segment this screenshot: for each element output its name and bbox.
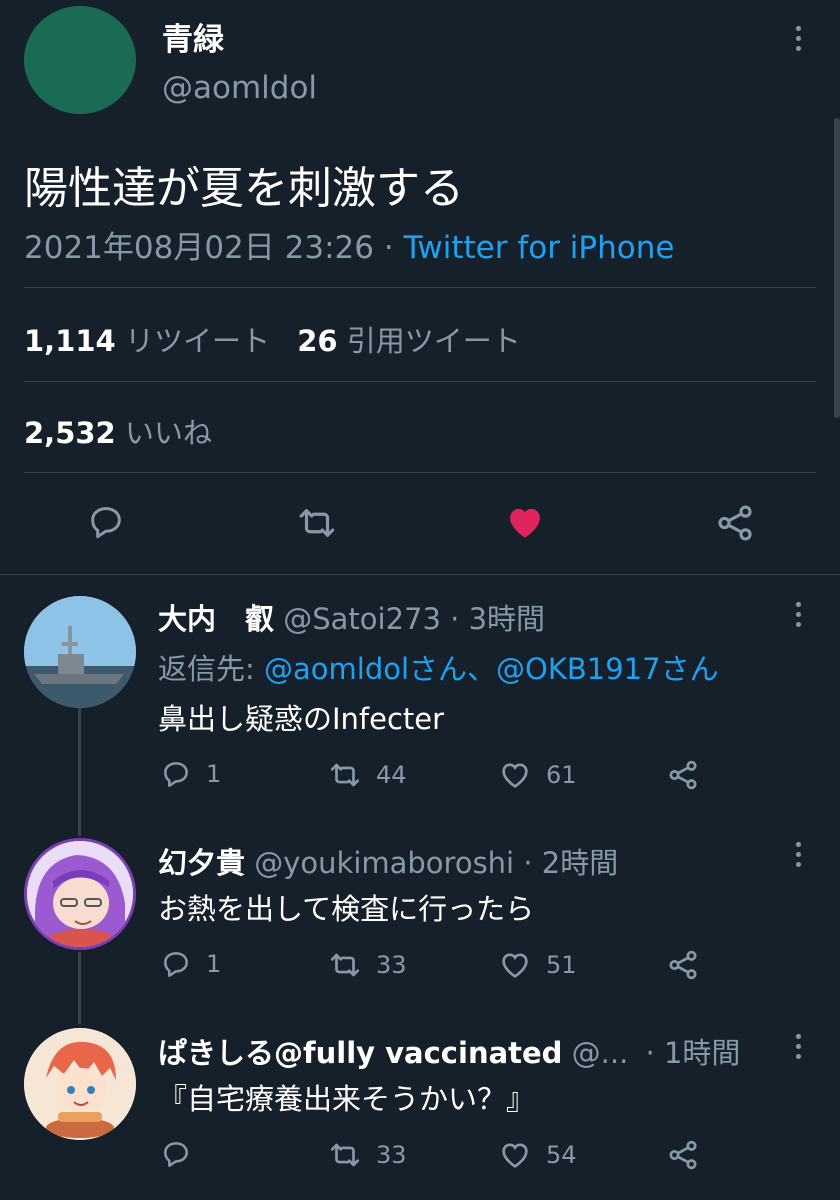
tweet-text: 陽性達が夏を刺激する: [24, 163, 464, 214]
more-options-icon[interactable]: [794, 602, 802, 627]
engagement-stats: 1,114 リツイート 26 引用ツイート: [24, 318, 521, 360]
reply-icon: [160, 948, 192, 980]
retweet-count: 44: [376, 761, 407, 789]
reply-action[interactable]: 1: [160, 758, 221, 790]
reply-action[interactable]: 1: [160, 948, 221, 980]
reply-text: お熱を出して検査に行ったら: [158, 892, 535, 926]
like-count: 61: [546, 761, 577, 789]
reply-author-name[interactable]: 大内 叡: [158, 602, 274, 636]
share-action[interactable]: [666, 948, 700, 982]
anime-avatar-art: [24, 1028, 136, 1140]
reply-avatar[interactable]: [24, 596, 136, 708]
reply-header: 大内 叡 @Satoi273 · 3時間: [158, 596, 545, 638]
reply-author-handle[interactable]: @youkimaboroshi: [254, 846, 514, 880]
retweet-stat[interactable]: 1,114 リツイート: [24, 324, 279, 358]
heart-filled-icon[interactable]: [504, 501, 546, 543]
author-name[interactable]: 青緑: [162, 14, 224, 59]
reply-author-handle[interactable]: @...: [572, 1036, 629, 1070]
reply-avatar[interactable]: [24, 838, 136, 950]
reply-icon[interactable]: [86, 502, 126, 542]
reply-header: 幻夕貴 @youkimaboroshi · 2時間: [158, 840, 618, 882]
retweet-icon[interactable]: [296, 502, 338, 544]
reply-text: 『自宅療養出来そうかい？』: [158, 1082, 536, 1116]
retweet-label: リツイート: [124, 324, 270, 358]
reply-action[interactable]: [160, 1138, 206, 1170]
reply-author-handle[interactable]: @Satoi273: [283, 602, 441, 636]
retweet-action[interactable]: 33: [328, 1138, 407, 1172]
share-action[interactable]: [666, 1138, 700, 1172]
replying-to-users[interactable]: @aomldolさん、@OKB1917さん: [264, 652, 719, 686]
retweet-count: 33: [376, 1141, 407, 1169]
author-handle[interactable]: @aomldol: [162, 70, 317, 106]
reply-time: 3時間: [468, 602, 546, 636]
reply-author-name[interactable]: 幻夕貴: [158, 846, 245, 880]
meta-separator: ·: [383, 230, 394, 266]
reply-author-name[interactable]: ぱきしる@fully vaccinated: [158, 1036, 562, 1070]
like-action[interactable]: 61: [498, 758, 577, 792]
reply-separator: ·: [645, 1036, 655, 1070]
like-action[interactable]: 51: [498, 948, 577, 982]
reply-avatar[interactable]: [24, 1028, 136, 1140]
reply-text: 鼻出し疑惑のInfecter: [158, 702, 445, 736]
retweet-action[interactable]: 44: [328, 758, 407, 792]
retweet-icon: [328, 948, 362, 982]
heart-icon: [498, 948, 532, 982]
thread-line: [78, 708, 81, 836]
tweet-meta: 2021年08月02日 23:26 · Twitter for iPhone: [24, 222, 674, 267]
retweet-icon: [328, 1138, 362, 1172]
more-options-icon[interactable]: [794, 842, 802, 867]
reply-count: 1: [206, 760, 222, 788]
anime-avatar-art: [27, 841, 133, 947]
like-stat[interactable]: 2,532 いいね: [24, 410, 212, 452]
more-options-icon[interactable]: [794, 1034, 802, 1059]
quote-stat[interactable]: 26 引用ツイート: [297, 324, 521, 358]
like-action[interactable]: 54: [498, 1138, 577, 1172]
retweet-action[interactable]: 33: [328, 948, 407, 982]
share-icon[interactable]: [714, 502, 756, 544]
retweet-count: 33: [376, 951, 407, 979]
thread-line: [78, 952, 81, 1024]
replying-to-label: 返信先:: [158, 652, 255, 686]
reply-icon: [160, 1138, 192, 1170]
retweet-count: 1,114: [24, 324, 116, 358]
ship-photo: [24, 596, 136, 708]
like-count: 2,532: [24, 416, 116, 450]
quote-count: 26: [297, 324, 338, 358]
like-count: 54: [546, 1141, 577, 1169]
tweet-timestamp: 2021年08月02日 23:26: [24, 230, 374, 266]
heart-icon: [498, 758, 532, 792]
share-icon: [666, 758, 700, 792]
author-avatar[interactable]: [24, 6, 136, 114]
share-icon: [666, 1138, 700, 1172]
reply-time: 2時間: [541, 846, 619, 880]
tweet-source-link[interactable]: Twitter for iPhone: [404, 230, 675, 266]
replying-to: 返信先: @aomldolさん、@OKB1917さん: [158, 646, 719, 688]
like-label: いいね: [124, 416, 212, 450]
retweet-icon: [328, 758, 362, 792]
scrollbar-thumb[interactable]: [834, 118, 840, 418]
reply-count: 1: [206, 950, 222, 978]
reply-separator: ·: [523, 846, 533, 880]
reply-header: ぱきしる@fully vaccinated @... · 1時間: [158, 1030, 740, 1072]
more-options-icon[interactable]: [794, 26, 802, 51]
share-icon: [666, 948, 700, 982]
reply-icon: [160, 758, 192, 790]
reply-separator: ·: [450, 602, 460, 636]
reply-time: 1時間: [663, 1036, 741, 1070]
like-count: 51: [546, 951, 577, 979]
share-action[interactable]: [666, 758, 700, 792]
quote-label: 引用ツイート: [346, 324, 521, 358]
heart-icon: [498, 1138, 532, 1172]
